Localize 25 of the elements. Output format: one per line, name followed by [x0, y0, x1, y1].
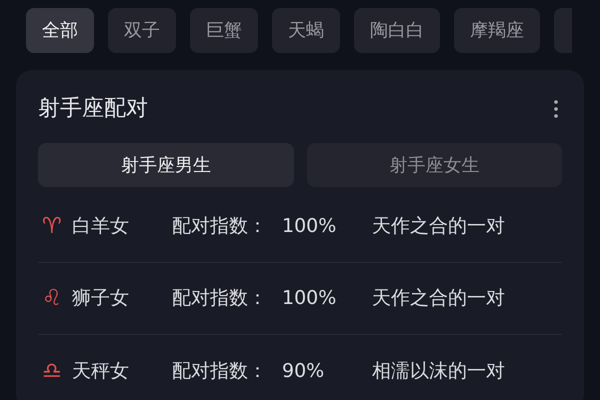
index-value: 90% — [282, 358, 326, 384]
match-name: 天秤女 — [72, 358, 130, 384]
filter-tab[interactable]: 全部 — [26, 8, 94, 53]
match-name: 白羊女 — [72, 214, 130, 240]
card-title: 射手座配对 — [38, 95, 148, 123]
gender-tab[interactable]: 射手座男生 — [38, 143, 294, 187]
zodiac-symbol: ♌ — [41, 285, 63, 313]
index-value: 100% — [282, 286, 338, 312]
gender-tab[interactable]: 射手座女生 — [306, 143, 562, 187]
filter-tab[interactable]: 摩羯座 — [454, 8, 540, 53]
match-description: 天作之合的一对 — [372, 214, 505, 240]
index-label: 配对指数： — [172, 286, 268, 312]
filter-tab[interactable]: 陶白白 — [354, 8, 440, 53]
match-description: 相濡以沫的一对 — [372, 358, 505, 384]
filter-tab[interactable]: 天蝎 — [272, 8, 340, 53]
index-label: 配对指数： — [172, 214, 268, 240]
zodiac-symbol: ♎ — [41, 358, 63, 386]
filter-tab[interactable]: 巨蟹 — [190, 8, 258, 53]
match-name: 狮子女 — [72, 286, 130, 312]
index-value: 100% — [282, 214, 338, 240]
more-icon[interactable] — [554, 100, 558, 118]
filter-tab[interactable]: 双子 — [108, 8, 176, 53]
index-label: 配对指数： — [172, 358, 268, 384]
zodiac-symbol: ♈ — [41, 213, 63, 241]
match-description: 天作之合的一对 — [372, 286, 505, 312]
